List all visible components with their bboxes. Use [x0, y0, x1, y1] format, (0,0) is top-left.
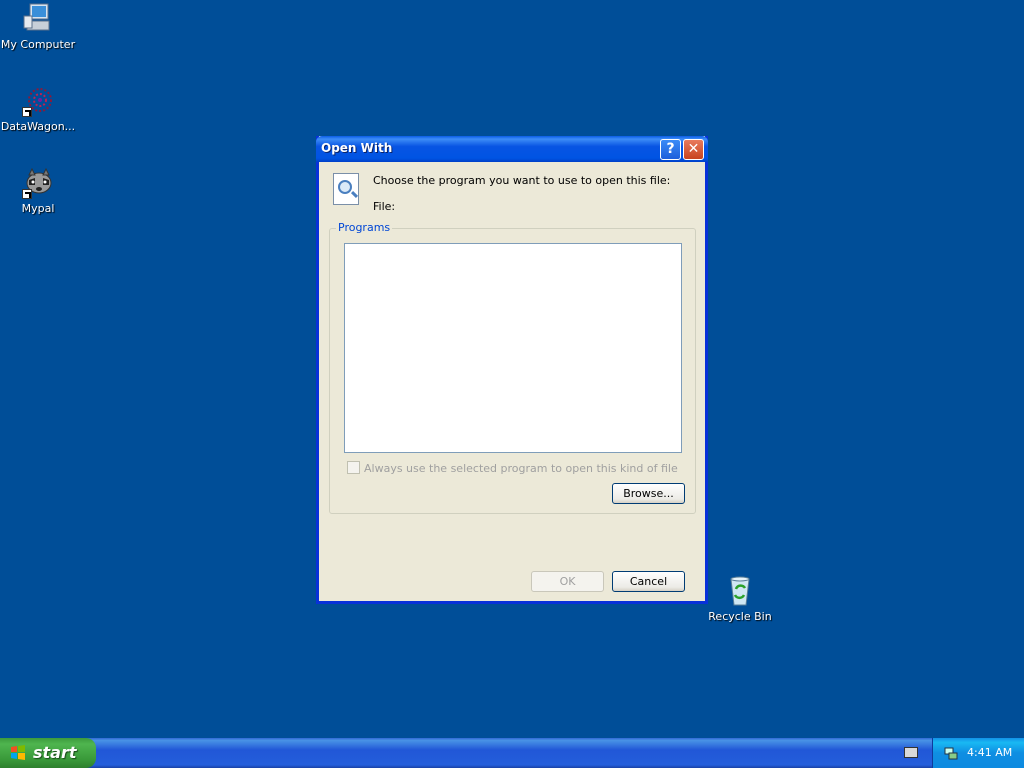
recycle-bin-icon [723, 574, 757, 608]
file-label: File: [373, 200, 396, 213]
file-search-icon [333, 173, 359, 205]
always-use-checkbox [347, 461, 360, 474]
system-tray: 4:41 AM [932, 738, 1024, 768]
desktop-icon-label: Mypal [21, 202, 55, 215]
clock[interactable]: 4:41 AM [967, 746, 1012, 759]
desktop-icon-my-computer[interactable]: My Computer [0, 2, 76, 51]
desktop-icon-recycle-bin[interactable]: Recycle Bin [702, 574, 778, 623]
dialog-title: Open With [321, 141, 393, 155]
dialog-prompt: Choose the program you want to use to op… [373, 174, 671, 187]
close-button[interactable]: ✕ [683, 139, 704, 160]
keyboard-icon[interactable] [904, 747, 918, 758]
ok-button: OK [531, 571, 604, 592]
desktop-icon-label: My Computer [0, 38, 76, 51]
always-use-checkbox-row: Always use the selected program to open … [347, 461, 678, 475]
cancel-button[interactable]: Cancel [612, 571, 685, 592]
desktop-icon-label: DataWagon... [0, 120, 76, 133]
programs-list[interactable] [344, 243, 682, 453]
start-button[interactable]: start [0, 738, 96, 768]
programs-groupbox: Programs Always use the selected program… [329, 221, 696, 514]
desktop-icon-mypal[interactable]: Mypal [0, 166, 76, 215]
always-use-label: Always use the selected program to open … [364, 462, 678, 475]
programs-group-label: Programs [336, 221, 393, 234]
shortcut-arrow-icon [22, 189, 32, 199]
browse-button[interactable]: Browse... [612, 483, 685, 504]
network-tray-icon[interactable] [943, 745, 959, 761]
taskbar: start 4:41 AM [0, 738, 1024, 768]
open-with-dialog: Open With ? ✕ Choose the program you wan… [316, 136, 708, 604]
datawagon-icon [21, 84, 55, 118]
my-computer-icon [21, 2, 55, 36]
shortcut-arrow-icon [22, 107, 32, 117]
start-label: start [33, 743, 77, 762]
windows-logo-icon [10, 745, 26, 761]
dialog-titlebar[interactable]: Open With ? ✕ [316, 136, 708, 162]
desktop-icon-label: Recycle Bin [708, 610, 772, 623]
help-button[interactable]: ? [660, 139, 681, 160]
raccoon-icon [21, 166, 55, 200]
desktop-icon-datawagon[interactable]: DataWagon... [0, 84, 76, 133]
